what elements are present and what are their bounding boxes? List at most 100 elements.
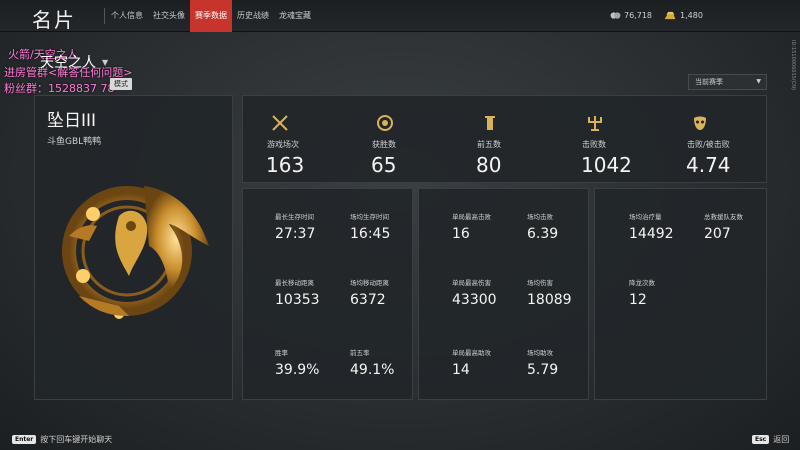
stat-avg-damage: 场均伤害 18089 [527,277,572,308]
stat-label: 场均生存时间 [350,213,389,221]
top-bar: 名片 个人信息 社交头像 赛季数据 历史战绩 龙魂宝藏 76,718 1,480 [0,0,800,32]
stat-label: 单局最高助攻 [452,349,491,357]
stat-label: 降龙次数 [629,279,655,287]
stat-label: 胜率 [275,349,288,357]
enter-key-icon: Enter [12,435,37,444]
stat-value: 4.74 [686,153,731,177]
stat-value: 1042 [581,153,632,177]
stat-avg-distance: 场均移动距离 6372 [350,277,389,308]
stat-value: 5.79 [527,362,559,378]
currency-coins: 76,718 [610,11,652,20]
stat-label: 最长移动距离 [275,279,314,287]
stream-overlay-line-3: 粉丝群：1528837 78 [4,82,115,95]
stat-value: 14492 [629,226,674,242]
stat-label: 游戏场次 [267,140,299,149]
chat-hint[interactable]: Enter 按下回车键开始聊天 [12,434,112,445]
stat-max-kills: 单局最高击败 16 [452,211,491,242]
coin-amount: 76,718 [624,11,652,20]
back-button[interactable]: Esc 返回 [752,434,789,445]
stat-value: 6372 [350,292,386,308]
stat-avg-kills: 场均击败 6.39 [527,211,558,242]
tower-icon [485,116,495,130]
stat-label: 场均伤害 [527,279,553,287]
tab-season-data[interactable]: 赛季数据 [190,0,232,32]
season-dropdown-value: 当前赛季 [695,78,723,86]
stat-wins: 获胜数 65 [348,96,453,184]
crossed-swords-icon [272,115,288,131]
stat-label: 前五数 [477,140,501,149]
tab-social-avatar[interactable]: 社交头像 [148,0,190,32]
stat-value: 49.1% [350,362,395,378]
season-dropdown[interactable]: 当前赛季 ▼ [688,74,767,90]
stat-games-played: 游戏场次 163 [243,96,348,184]
stat-value: 163 [266,153,305,177]
stat-value: 65 [371,153,397,177]
stat-label: 击败数 [582,140,606,149]
stat-longest-survival: 最长生存时间 27:37 [275,211,315,242]
mode-selector[interactable]: 天空之人 ▼ [40,52,108,72]
stat-label: 场均移动距离 [350,279,389,287]
phoenix-emblem-icon [62,186,209,319]
stat-top-five: 前五数 80 [453,96,558,184]
stat-value: 207 [704,226,731,242]
stat-kd-ratio: 击败/被击败 4.74 [663,96,768,184]
title-divider [104,8,105,24]
stat-longest-distance: 最长移动距离 10353 [275,277,320,308]
stat-max-damage: 单局最高伤害 43300 [452,277,497,308]
gold-bar-icon [664,11,676,20]
stat-value: 16 [452,226,470,242]
gold-amount: 1,480 [680,11,703,20]
player-name: 斗鱼GBL鸭鸭 [47,137,102,147]
player-id-label: ID:1510006015(CN) [790,40,796,90]
stat-kills: 击败数 1042 [558,96,663,184]
stat-avg-assists: 场均助攻 5.79 [527,347,558,378]
stat-label: 总救援队友数 [704,213,743,221]
rank-title: 坠日III [47,111,97,131]
chevron-down-icon: ▼ [102,57,109,67]
stat-max-assists: 单局最高助攻 14 [452,347,491,378]
stat-value: 10353 [275,292,320,308]
stat-avg-survival: 场均生存时间 16:45 [350,211,390,242]
survival-stats-panel: 最长生存时间 27:37 场均生存时间 16:45 最长移动距离 10353 场… [242,188,413,400]
mode-name: 天空之人 [40,55,96,71]
mask-icon [694,116,706,130]
laurel-emblem-icon [377,115,393,131]
stat-label: 击败/被击败 [687,140,730,149]
tab-personal-info[interactable]: 个人信息 [106,0,148,32]
esc-key-icon: Esc [752,435,770,444]
stat-value: 43300 [452,292,497,308]
profile-panel: 坠日III 斗鱼GBL鸭鸭 [34,95,233,400]
chat-hint-text: 按下回车键开始聊天 [40,435,113,444]
combat-stats-panel: 单局最高击败 16 场均击败 6.39 单局最高伤害 43300 场均伤害 18… [418,188,589,400]
tab-match-history[interactable]: 历史战绩 [232,0,274,32]
stat-win-rate: 胜率 39.9% [275,347,319,378]
stat-label: 前五率 [350,349,370,357]
stat-value: 80 [476,153,502,177]
currency-gold: 1,480 [663,11,703,20]
stat-label: 单局最高伤害 [452,279,491,287]
summary-stats-panel: 游戏场次 163 获胜数 65 前五数 80 击败数 1042 击败/被击败 4… [242,95,767,183]
trident-icon [588,116,602,131]
stat-label: 场均击败 [527,213,553,221]
stat-value: 39.9% [275,362,320,378]
stat-total-revives: 总救援队友数 207 [704,211,743,242]
mode-badge: 模式 [110,78,132,90]
stat-value: 6.39 [527,226,559,242]
stat-label: 场均治疗量 [629,213,662,221]
stat-value: 27:37 [275,226,316,242]
tab-bar: 个人信息 社交头像 赛季数据 历史战绩 龙魂宝藏 [106,0,316,32]
stat-value: 14 [452,362,470,378]
stat-value: 16:45 [350,226,391,242]
support-stats-panel: 场均治疗量 14492 总救援队友数 207 降龙次数 12 [594,188,767,400]
chevron-down-icon: ▼ [756,78,761,85]
stat-avg-healing: 场均治疗量 14492 [629,211,674,242]
back-text: 返回 [773,435,790,444]
stat-label: 最长生存时间 [275,213,314,221]
coin-icon [610,12,621,19]
stat-value: 12 [629,292,647,308]
stat-dragon-landings: 降龙次数 12 [629,277,655,308]
stat-label: 单局最高击败 [452,213,491,221]
stat-top-five-rate: 前五率 49.1% [350,347,394,378]
tab-dragon-treasure[interactable]: 龙魂宝藏 [274,0,316,32]
stat-label: 场均助攻 [527,349,553,357]
